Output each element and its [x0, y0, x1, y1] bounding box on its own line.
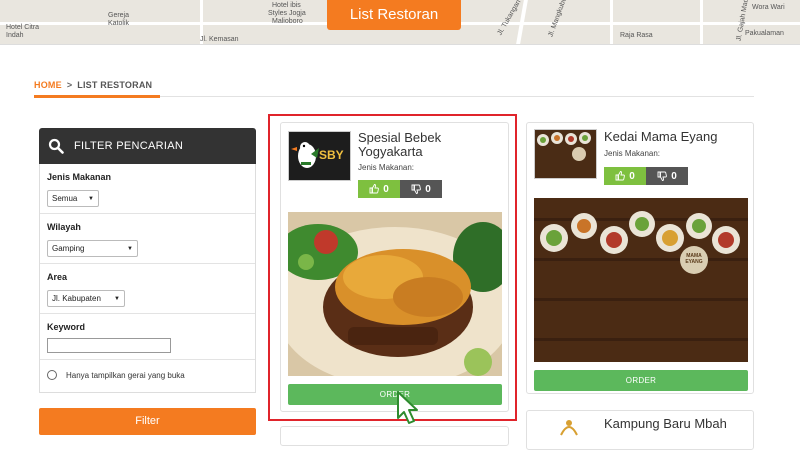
like-button[interactable]: 0 — [604, 167, 646, 185]
thumbs-down-icon — [657, 171, 668, 181]
breadcrumb-separator: > — [66, 80, 73, 90]
wilayah-value: Gamping — [52, 244, 85, 253]
jenis-label: Jenis Makanan — [47, 172, 112, 182]
dislike-count: 0 — [671, 170, 677, 182]
restaurant-name[interactable]: Kedai Mama Eyang — [604, 130, 749, 144]
map-label: Pakualaman — [745, 30, 784, 37]
filter-keyword-row: Keyword — [40, 314, 255, 360]
page-title: List Restoran — [327, 0, 461, 30]
area-label: Area — [47, 272, 68, 282]
restaurant-name[interactable]: Kampung Baru Mbah — [604, 417, 749, 431]
breadcrumb-current: LIST RESTORAN — [77, 80, 153, 90]
area-value: Jl. Kabupaten — [52, 294, 101, 303]
thumbs-up-icon — [615, 171, 626, 181]
restaurant-card: Kedai Mama Eyang Jenis Makanan: 0 0 MAMA… — [526, 122, 754, 394]
breadcrumb-underline — [34, 95, 160, 98]
map-label: Jl. Mangkubumi — [547, 0, 571, 39]
map-label: Katolik — [108, 20, 130, 27]
food-plates-icon — [535, 130, 596, 178]
logo-text: MAMA EYANG — [685, 253, 703, 265]
keyword-input[interactable] — [47, 338, 171, 353]
jenis-select[interactable]: Semua ▼ — [47, 190, 99, 207]
keyword-label: Keyword — [47, 322, 86, 332]
jenis-value: Semua — [52, 194, 78, 203]
vote-group: 0 0 — [604, 167, 688, 185]
map-label: Malioboro — [272, 18, 303, 25]
selection-highlight — [268, 114, 517, 421]
chevron-down-icon: ▼ — [114, 295, 120, 302]
search-icon — [48, 138, 64, 154]
open-only-option[interactable]: Hanya tampilkan gerai yang buka — [40, 360, 255, 392]
map-label: Raja Rasa — [620, 32, 653, 39]
filter-panel: FILTER PENCARIAN Jenis Makanan Semua ▼ Wi… — [39, 128, 256, 435]
filter-jenis-row: Jenis Makanan Semua ▼ — [40, 164, 255, 214]
restaurant-logo[interactable] — [534, 129, 597, 179]
breadcrumb: HOME > LIST RESTORAN — [34, 80, 152, 90]
map-label: Hotel ibis — [272, 2, 301, 9]
map-road — [700, 0, 703, 44]
area-select[interactable]: Jl. Kabupaten ▼ — [47, 290, 125, 307]
filter-title: FILTER PENCARIAN — [74, 140, 184, 152]
filter-area-row: Area Jl. Kabupaten ▼ — [40, 264, 255, 314]
restaurant-logo-icon — [560, 420, 578, 436]
filter-button[interactable]: Filter — [39, 408, 256, 435]
restaurant-card: Kampung Baru Mbah — [526, 410, 754, 450]
like-count: 0 — [629, 170, 635, 182]
cursor-icon — [397, 391, 418, 424]
dislike-button[interactable]: 0 — [646, 167, 688, 185]
food-photo-icon — [534, 198, 748, 362]
wilayah-select[interactable]: Gamping ▼ — [47, 240, 138, 257]
filter-wilayah-row: Wilayah Gamping ▼ — [40, 214, 255, 264]
order-button[interactable]: ORDER — [534, 370, 748, 391]
map-label: Jl. Kemasan — [200, 36, 239, 43]
wilayah-label: Wilayah — [47, 222, 81, 232]
open-only-radio[interactable] — [47, 370, 57, 380]
open-only-label: Hanya tampilkan gerai yang buka — [66, 370, 185, 380]
map-label: Wora Wari — [752, 4, 785, 11]
map-label: Hotel Citra — [6, 24, 40, 31]
map-banner: Hotel Citra Indah Gereja Katolik Hotel i… — [0, 0, 800, 44]
breadcrumb-home-link[interactable]: HOME — [34, 80, 62, 90]
filter-body: Jenis Makanan Semua ▼ Wilayah Gamping ▼ Ar… — [39, 164, 256, 393]
divider — [0, 44, 800, 45]
map-label: Gereja — [108, 12, 130, 19]
restaurant-card — [280, 426, 509, 446]
map-label: Indah — [6, 32, 24, 39]
map-label: Styles Jogja — [268, 10, 306, 17]
chevron-down-icon: ▼ — [127, 245, 133, 252]
map-road — [610, 0, 613, 44]
food-type-label: Jenis Makanan: — [604, 149, 661, 158]
chevron-down-icon: ▼ — [88, 195, 94, 202]
restaurant-photo[interactable]: MAMA EYANG — [534, 198, 748, 362]
filter-header: FILTER PENCARIAN — [39, 128, 256, 164]
